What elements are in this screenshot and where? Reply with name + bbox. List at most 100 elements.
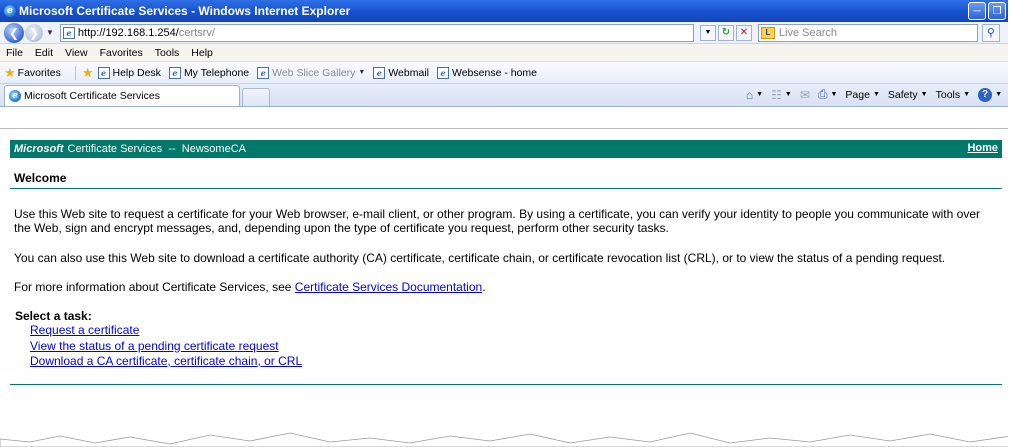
search-icon[interactable]: ⚲ <box>981 23 1000 42</box>
page-icon: e <box>168 66 181 79</box>
tools-menu-label: Tools <box>935 88 961 101</box>
intro-paragraph: Use this Web site to request a certifica… <box>14 207 980 235</box>
page-heading: Welcome <box>14 171 67 185</box>
add-favorite-icon[interactable]: ★ <box>82 65 94 81</box>
title-bar: e Microsoft Certificate Services - Windo… <box>0 0 1008 22</box>
fav-label: My Telephone <box>183 66 250 79</box>
menu-edit[interactable]: Edit <box>35 47 53 59</box>
help-button[interactable]: ? ▼ <box>978 87 1002 102</box>
tab-row: e Microsoft Certificate Services ⌂ ▼ ☷ ▼ ✉… <box>0 84 1008 107</box>
safety-menu-label: Safety <box>887 88 918 101</box>
recent-pages-dropdown-icon[interactable]: ▼ <box>46 28 54 37</box>
info-suffix: . <box>482 280 486 294</box>
task-list: Request a certificate View the status of… <box>30 323 302 370</box>
view-pending-request-link[interactable]: View the status of a pending certificate… <box>30 339 279 353</box>
favorites-bar: ★ Favorites ★ e Help Desk e My Telephone… <box>0 62 1008 84</box>
documentation-link[interactable]: Certificate Services Documentation <box>295 280 482 294</box>
help-icon: ? <box>978 87 993 102</box>
back-button[interactable]: ❮ <box>4 22 24 43</box>
window-controls: ─ ❐ <box>968 2 1006 20</box>
chevron-down-icon: ▼ <box>784 91 792 98</box>
fav-webmail[interactable]: e Webmail <box>373 66 429 79</box>
chevron-down-icon: ▼ <box>756 91 764 98</box>
home-icon: ⌂ <box>745 87 754 102</box>
header-brand: Microsoft <box>14 143 64 155</box>
home-link[interactable]: Home <box>967 142 998 154</box>
menu-tools[interactable]: Tools <box>155 47 180 59</box>
page-icon: e <box>373 66 386 79</box>
tab-title: Microsoft Certificate Services <box>24 90 160 102</box>
page-menu-label: Page <box>845 88 870 101</box>
chevron-down-icon: ▼ <box>872 91 880 98</box>
back-arrow-icon: ❮ <box>8 25 20 40</box>
ie-logo-icon: e <box>9 90 21 102</box>
window-title: Microsoft Certificate Services - Windows… <box>19 4 351 18</box>
info-text: For more information about Certificate S… <box>14 280 295 294</box>
home-button[interactable]: ⌂ ▼ <box>746 88 763 102</box>
print-button[interactable]: ⎙ ▼ <box>818 87 838 102</box>
tools-menu[interactable]: Tools ▼ <box>936 89 970 101</box>
download-paragraph: You can also use this Web site to downlo… <box>14 251 946 265</box>
fav-help-desk[interactable]: e Help Desk <box>97 66 161 79</box>
fav-websense-home[interactable]: e Websense - home <box>436 66 537 79</box>
forward-button[interactable]: ❯ <box>25 23 43 42</box>
fav-web-slice-gallery[interactable]: e Web Slice Gallery ▼ <box>257 66 366 79</box>
print-icon: ⎙ <box>817 87 828 101</box>
restore-icon[interactable]: ❐ <box>988 2 1006 20</box>
torn-edge-bottom <box>0 432 1008 447</box>
chevron-down-icon: ▼ <box>995 91 1002 98</box>
page-icon: e <box>257 66 270 79</box>
menu-view[interactable]: View <box>65 47 88 59</box>
divider <box>10 188 1002 189</box>
minimize-icon[interactable]: ─ <box>968 2 986 20</box>
chevron-down-icon: ▼ <box>358 69 366 76</box>
menu-bar: File Edit View Favorites Tools Help <box>0 44 1008 62</box>
favorites-label: Favorites <box>17 66 61 79</box>
info-paragraph: For more information about Certificate S… <box>14 280 999 294</box>
chevron-down-icon: ▼ <box>963 91 971 98</box>
feed-icon: ☷ <box>771 87 782 102</box>
address-row: ❮ ❯ ▼ e http://192.168.1.254/certsrv/ ▼ … <box>0 22 1008 44</box>
fav-label: Web Slice Gallery <box>272 66 356 79</box>
ca-header-bar: Microsoft Certificate Services -- Newsom… <box>10 140 1002 158</box>
fav-label: Webmail <box>388 66 429 79</box>
mail-button[interactable]: ✉ <box>800 88 810 102</box>
page-icon: e <box>62 26 75 39</box>
menu-help[interactable]: Help <box>191 47 213 59</box>
chevron-down-icon: ▼ <box>920 91 928 98</box>
command-bar: ⌂ ▼ ☷ ▼ ✉ ⎙ ▼ Page ▼ Safety ▼ Tools ▼ ? ▼ <box>738 87 1002 102</box>
refresh-icon[interactable]: ↻ <box>717 24 734 41</box>
page-menu[interactable]: Page ▼ <box>845 89 879 101</box>
separator <box>74 65 76 80</box>
page-icon: e <box>97 66 110 79</box>
task-title: Select a task: <box>15 309 92 323</box>
forward-arrow-icon: ❯ <box>28 25 40 40</box>
address-tools: ▼ ↻ ✕ <box>699 24 752 41</box>
mail-icon: ✉ <box>799 87 810 102</box>
fav-label: Websense - home <box>451 66 537 79</box>
search-placeholder: Live Search <box>778 26 838 39</box>
menu-file[interactable]: File <box>6 47 23 59</box>
chevron-down-icon: ▼ <box>830 91 838 98</box>
address-dropdown-icon[interactable]: ▼ <box>699 24 716 41</box>
header-title: Certificate Services -- NewsomeCA <box>67 143 247 155</box>
fav-my-telephone[interactable]: e My Telephone <box>168 66 250 79</box>
divider <box>10 384 1002 385</box>
url-host: http://192.168.1.254/ <box>77 26 179 39</box>
favorites-button[interactable]: ★ Favorites <box>4 65 61 81</box>
request-certificate-link[interactable]: Request a certificate <box>30 323 139 337</box>
page-icon: e <box>436 66 449 79</box>
feeds-button[interactable]: ☷ ▼ <box>771 88 792 102</box>
download-ca-certificate-link[interactable]: Download a CA certificate, certificate c… <box>30 354 302 368</box>
new-tab-button[interactable] <box>242 88 270 106</box>
page-content: Microsoft Certificate Services -- Newsom… <box>0 128 1008 447</box>
menu-favorites[interactable]: Favorites <box>100 47 143 59</box>
live-search-icon: L <box>760 26 775 39</box>
search-input[interactable]: L Live Search <box>757 23 978 42</box>
address-input[interactable]: e http://192.168.1.254/certsrv/ <box>59 23 694 42</box>
stop-icon[interactable]: ✕ <box>735 24 752 41</box>
tab-certificate-services[interactable]: e Microsoft Certificate Services <box>4 85 240 106</box>
ie-logo-icon: e <box>4 5 16 17</box>
safety-menu[interactable]: Safety ▼ <box>888 89 928 101</box>
url-path: certsrv/ <box>178 26 215 39</box>
